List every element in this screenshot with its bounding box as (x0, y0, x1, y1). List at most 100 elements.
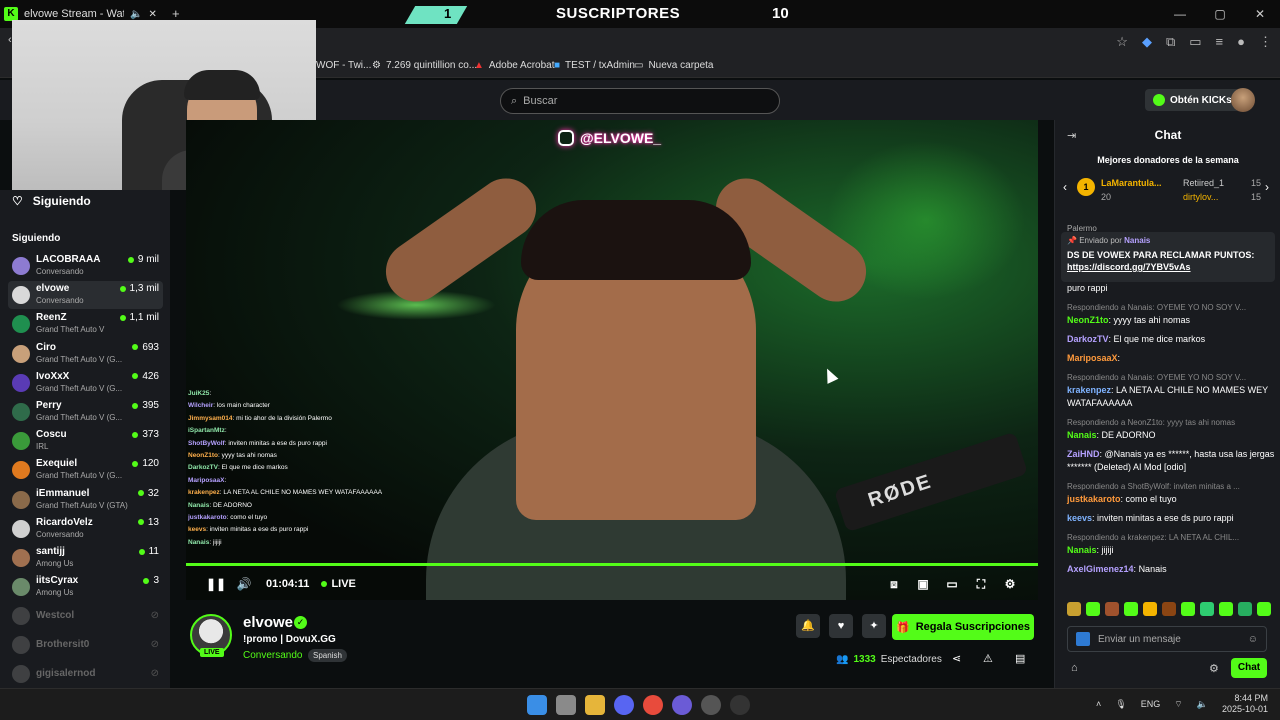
bookmark-item[interactable]: ■ TEST / txAdmin (554, 60, 635, 71)
sidebar-channel-item[interactable]: Exequiel Grand Theft Auto V (G... 120 (8, 456, 163, 484)
sidebar-channel-item[interactable]: Ciro Grand Theft Auto V (G... 693 (8, 340, 163, 368)
report-icon[interactable]: ⚠ (983, 652, 993, 665)
sidebar-channel-item[interactable]: LACOBRAAA Conversando 9 mil (8, 252, 163, 280)
clip-icon[interactable]: ⧈ (886, 577, 902, 592)
chrome-icon[interactable] (643, 695, 663, 715)
sidebar-channel-item[interactable]: iEmmanuel Grand Theft Auto V (GTA) 32 (8, 486, 163, 514)
star-icon[interactable]: ☆ (1116, 34, 1128, 50)
sidebar-offline-channel[interactable]: Westcol ⊘ (8, 602, 163, 630)
chat-username[interactable]: justkakaroto (1067, 494, 1121, 504)
sidebar-channel-item[interactable]: Coscu IRL 373 (8, 427, 163, 455)
chat-username[interactable]: keevs (1067, 513, 1092, 523)
emote-icon[interactable] (1086, 602, 1100, 616)
user-card-icon[interactable]: ▤ (1015, 652, 1025, 665)
profile-icon[interactable]: ● (1237, 34, 1245, 50)
chat-message[interactable]: DarkozTV: El que me dice markos (1067, 333, 1275, 346)
clock[interactable]: 8:44 PM 2025-10-01 (1222, 693, 1268, 715)
chat-message[interactable]: AxelGimenez14: Nanais (1067, 563, 1275, 576)
emote-icon[interactable] (1219, 602, 1233, 616)
donors-prev-icon[interactable]: ‹ (1063, 180, 1067, 194)
emote-icon[interactable] (1200, 602, 1214, 616)
task-view-icon[interactable] (556, 695, 576, 715)
bookmark-item[interactable]: ▲ Adobe Acrobat (474, 60, 555, 71)
volume-tray-icon[interactable]: 🔈 (1197, 699, 1208, 710)
chat-settings-icon[interactable]: ⚙ (1209, 662, 1219, 675)
emote-icon[interactable] (1105, 602, 1119, 616)
sidebar-offline-channel[interactable]: gigisalernod ⊘ (8, 660, 163, 688)
chat-username[interactable]: AxelGimenez14 (1067, 564, 1134, 574)
chat-message[interactable]: MariposaaX: (1067, 352, 1275, 365)
bookmark-item[interactable]: ⚙ 7.269 quintillion co... (372, 60, 477, 71)
emote-icon[interactable] (1067, 602, 1081, 616)
new-tab-button[interactable]: + (172, 6, 180, 21)
pip-icon[interactable]: ▣ (915, 577, 931, 591)
sidebar-channel-item[interactable]: IvoXxX Grand Theft Auto V (G... 426 (8, 369, 163, 397)
get-kicks-button[interactable]: Obtén KICKs (1145, 89, 1240, 111)
chat-message[interactable]: ZaiHND: @Nanais ya es ******, hasta usa … (1067, 448, 1275, 474)
menu-icon[interactable]: ≡ (1216, 34, 1224, 50)
pause-icon[interactable]: ❚❚ (206, 577, 226, 591)
chat-message[interactable]: Respondiendo a Nanais: OYEME YO NO SOY V… (1067, 301, 1275, 327)
chat-username[interactable]: krakenpez (1067, 385, 1111, 395)
bookmark-item[interactable]: WOF - Twi... (316, 60, 371, 71)
chat-username[interactable]: ZaiHND (1067, 449, 1100, 459)
media-icon[interactable]: ▭ (1189, 34, 1201, 50)
emote-icon[interactable] (1143, 602, 1157, 616)
emote-icon[interactable] (1181, 602, 1195, 616)
wifi-icon[interactable]: ⌔ (1174, 699, 1182, 710)
chat-username[interactable]: Nanais (1067, 545, 1097, 555)
emoji-icon[interactable]: ☺ (1248, 634, 1258, 645)
channel-name[interactable]: elvowe (243, 614, 293, 631)
search-input[interactable]: ⌕ Buscar (500, 88, 780, 114)
chat-send-button[interactable]: Chat (1231, 658, 1267, 678)
steam-icon[interactable] (701, 695, 721, 715)
chat-username[interactable]: MariposaaX (1067, 353, 1118, 363)
language-indicator[interactable]: ENG (1141, 699, 1161, 709)
follow-heart-button[interactable]: ♥ (829, 614, 853, 638)
store-icon[interactable]: ⌂ (1071, 662, 1078, 674)
emote-icon[interactable] (1238, 602, 1252, 616)
more-icon[interactable]: ⋮ (1259, 34, 1272, 50)
notification-bell-button[interactable]: 🔔 (796, 614, 820, 638)
maximize-button[interactable]: ▢ (1200, 0, 1240, 28)
user-avatar[interactable] (1231, 88, 1255, 112)
share-icon[interactable]: ⋖ (952, 652, 961, 665)
emote-icon[interactable] (1257, 602, 1271, 616)
donors-next-icon[interactable]: › (1265, 180, 1269, 194)
bookmark-item[interactable]: ▭ Nueva carpeta (634, 60, 714, 71)
tab-close-icon[interactable]: ✕ (148, 9, 156, 20)
fullscreen-icon[interactable]: ⛶ (973, 577, 989, 592)
chat-username[interactable]: NeonZ1to (1067, 315, 1109, 325)
pinned-message[interactable]: 📌 Enviado por Nanais DS DE VOWEX PARA RE… (1061, 232, 1275, 282)
pinned-link[interactable]: https://discord.gg/7YBV5vAs (1067, 262, 1191, 272)
chat-username[interactable]: DarkozTV (1067, 334, 1109, 344)
chat-message[interactable]: Respondiendo a ShotByWolf: inviten minit… (1067, 480, 1275, 506)
shield-icon[interactable]: ◆ (1142, 34, 1152, 50)
sparkle-button[interactable]: ✦ (862, 614, 886, 638)
chat-username[interactable]: Nanais (1067, 430, 1097, 440)
app-icon[interactable] (672, 695, 692, 715)
stream-category[interactable]: Conversando (243, 650, 302, 661)
sidebar-channel-item[interactable]: santijj Among Us 11 (8, 544, 163, 572)
sidebar-channel-item[interactable]: ReenZ Grand Theft Auto V 1,1 mil (8, 310, 163, 338)
speaker-icon[interactable]: 🔈 (130, 9, 142, 20)
theater-icon[interactable]: ▭ (944, 577, 960, 591)
discord-icon[interactable] (614, 695, 634, 715)
video-player[interactable]: RØDE @ELVOWE_ JuiK25: Wilcheir: los main… (186, 120, 1038, 600)
chat-input[interactable]: Enviar un mensaje ☺ (1067, 626, 1267, 652)
chat-message[interactable]: Respondiendo a krakenpez: LA NETA AL CHI… (1067, 531, 1275, 557)
sidebar-channel-item[interactable]: iitsCyrax Among Us 3 (8, 573, 163, 601)
chat-message[interactable]: puro rappi (1067, 282, 1275, 295)
settings-gear-icon[interactable]: ⚙ (1002, 577, 1018, 591)
gift-subscriptions-button[interactable]: 🎁 Regala Suscripciones (892, 614, 1034, 640)
chat-message[interactable]: keevs: inviten minitas a ese ds puro rap… (1067, 512, 1275, 525)
chat-message[interactable]: Respondiendo a Nanais: OYEME YO NO SOY V… (1067, 371, 1275, 410)
obs-icon[interactable] (730, 695, 750, 715)
close-window-button[interactable]: ✕ (1240, 0, 1280, 28)
tray-chevron-icon[interactable]: ˄ (1096, 699, 1101, 709)
sidebar-following-nav[interactable]: ♡ Siguiendo (12, 190, 91, 212)
sidebar-channel-item[interactable]: RicardoVelz Conversando 13 (8, 515, 163, 543)
minimize-button[interactable]: — (1160, 0, 1200, 28)
emote-icon[interactable] (1124, 602, 1138, 616)
extensions-icon[interactable]: ⧉ (1166, 34, 1175, 50)
